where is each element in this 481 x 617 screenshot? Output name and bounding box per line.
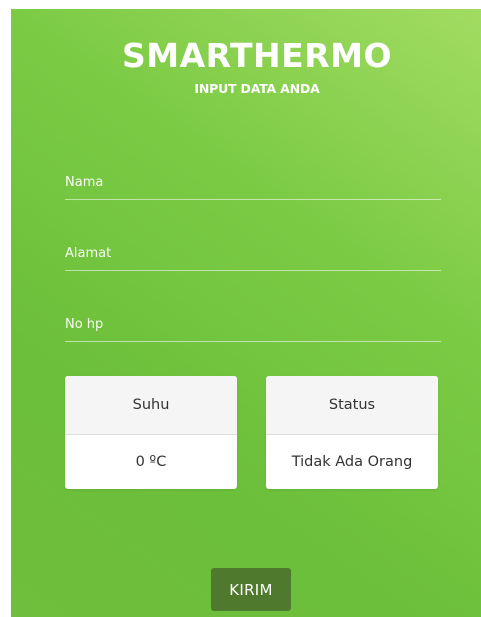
submit-button[interactable]: KIRIM	[211, 568, 291, 611]
address-input[interactable]	[65, 238, 441, 268]
form-panel: SMARTHERMO INPUT DATA ANDA Suhu 0 ºC Sta…	[11, 9, 481, 617]
status-card-label: Status	[266, 376, 438, 435]
app-title: SMARTHERMO	[121, 36, 393, 75]
status-card: Status Tidak Ada Orang	[266, 376, 438, 489]
address-field-wrapper	[65, 238, 441, 271]
name-field-wrapper	[65, 167, 441, 200]
temperature-value: 0 ºC	[135, 454, 167, 470]
page-subtitle: INPUT DATA ANDA	[194, 81, 320, 96]
temperature-card-label: Suhu	[65, 376, 237, 435]
name-input[interactable]	[65, 167, 441, 197]
phone-field-wrapper	[65, 309, 441, 342]
status-value: Tidak Ada Orang	[291, 454, 413, 470]
phone-input[interactable]	[65, 309, 441, 339]
temperature-card: Suhu 0 ºC	[65, 376, 237, 489]
